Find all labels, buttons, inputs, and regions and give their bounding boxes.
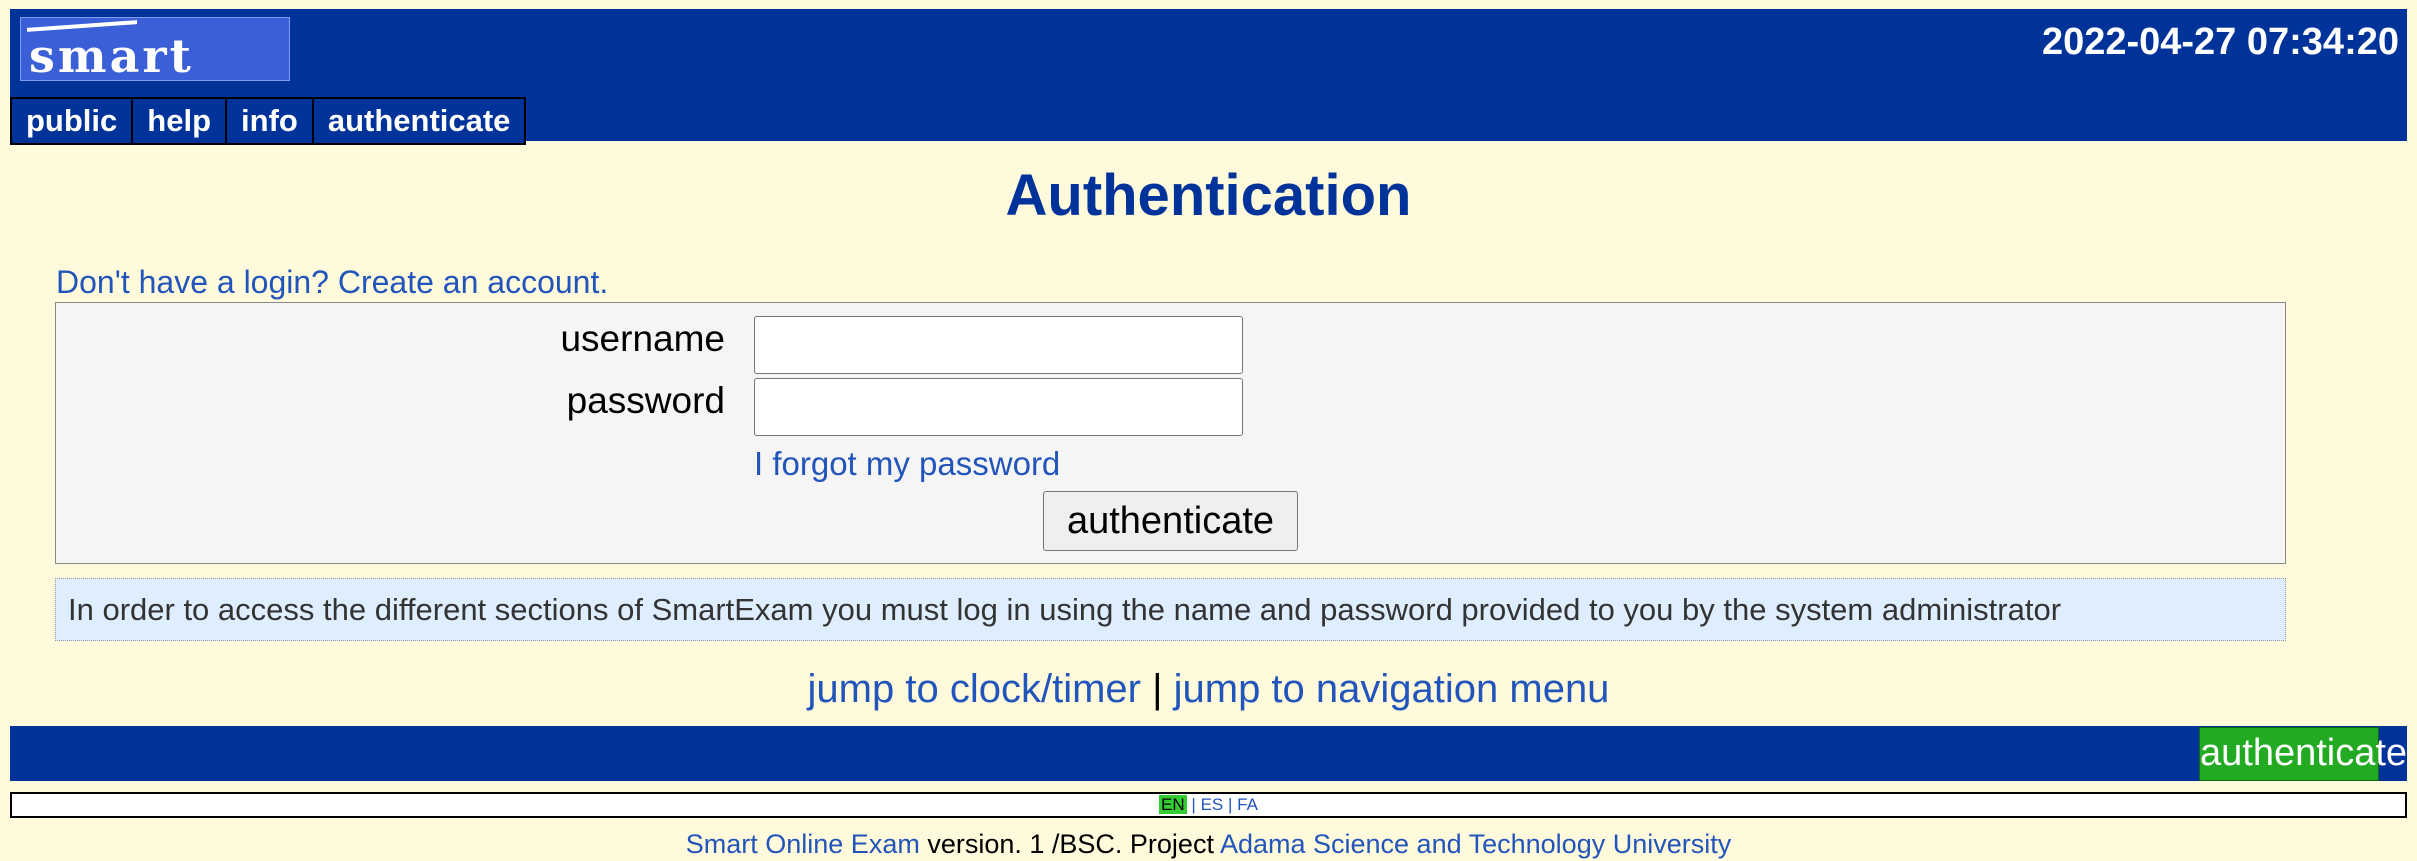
jump-links: jump to clock/timer | jump to navigation… [0, 664, 2417, 714]
page-title: Authentication [1005, 163, 1412, 228]
nav-menu: public help info authenticate [10, 97, 527, 145]
footer-bar: authenticate [10, 726, 2407, 781]
lang-es[interactable]: ES [1201, 795, 1224, 814]
password-label: password [566, 380, 725, 421]
header-bar: smart 2022-04-27 07:34:20 public help in… [10, 9, 2407, 145]
credits: Smart Online Exam version. 1 /BSC. Proje… [0, 828, 2417, 860]
app-name-link[interactable]: Smart Online Exam [686, 829, 920, 859]
smart-logo[interactable]: smart [20, 17, 290, 81]
lang-en[interactable]: EN [1159, 795, 1187, 814]
lang-separator: | [1191, 795, 1196, 814]
password-input[interactable] [754, 378, 1243, 436]
university-link[interactable]: Adama Science and Technology University [1220, 829, 1731, 859]
forgot-password-link[interactable]: I forgot my password [754, 443, 1060, 485]
language-bar: EN | ES | FA [10, 792, 2407, 818]
footer-authenticate-button[interactable]: authenticate [2199, 727, 2407, 781]
lang-fa[interactable]: FA [1237, 795, 1258, 814]
version-text: version. 1 /BSC. Project [919, 829, 1220, 859]
nav-item-help[interactable]: help [131, 97, 226, 145]
lang-separator: | [1227, 795, 1233, 814]
datetime-clock: 2022-04-27 07:34:20 [2041, 21, 2399, 63]
jump-to-clock-link[interactable]: jump to clock/timer [808, 667, 1141, 711]
nav-item-authenticate[interactable]: authenticate [311, 97, 527, 145]
login-info-message: In order to access the different section… [55, 578, 2286, 641]
jump-to-nav-link[interactable]: jump to navigation menu [1174, 667, 1610, 711]
jump-separator: | [1152, 667, 1163, 711]
create-account-link[interactable]: Don't have a login? Create an account. [56, 262, 608, 302]
nav-item-info[interactable]: info [225, 97, 312, 145]
logo-text: smart [29, 29, 194, 81]
nav-item-public[interactable]: public [10, 97, 132, 145]
username-input[interactable] [754, 316, 1243, 374]
authenticate-button[interactable]: authenticate [1043, 491, 1298, 551]
login-form: username password I forgot my password a… [55, 302, 2286, 564]
username-label: username [560, 318, 725, 359]
